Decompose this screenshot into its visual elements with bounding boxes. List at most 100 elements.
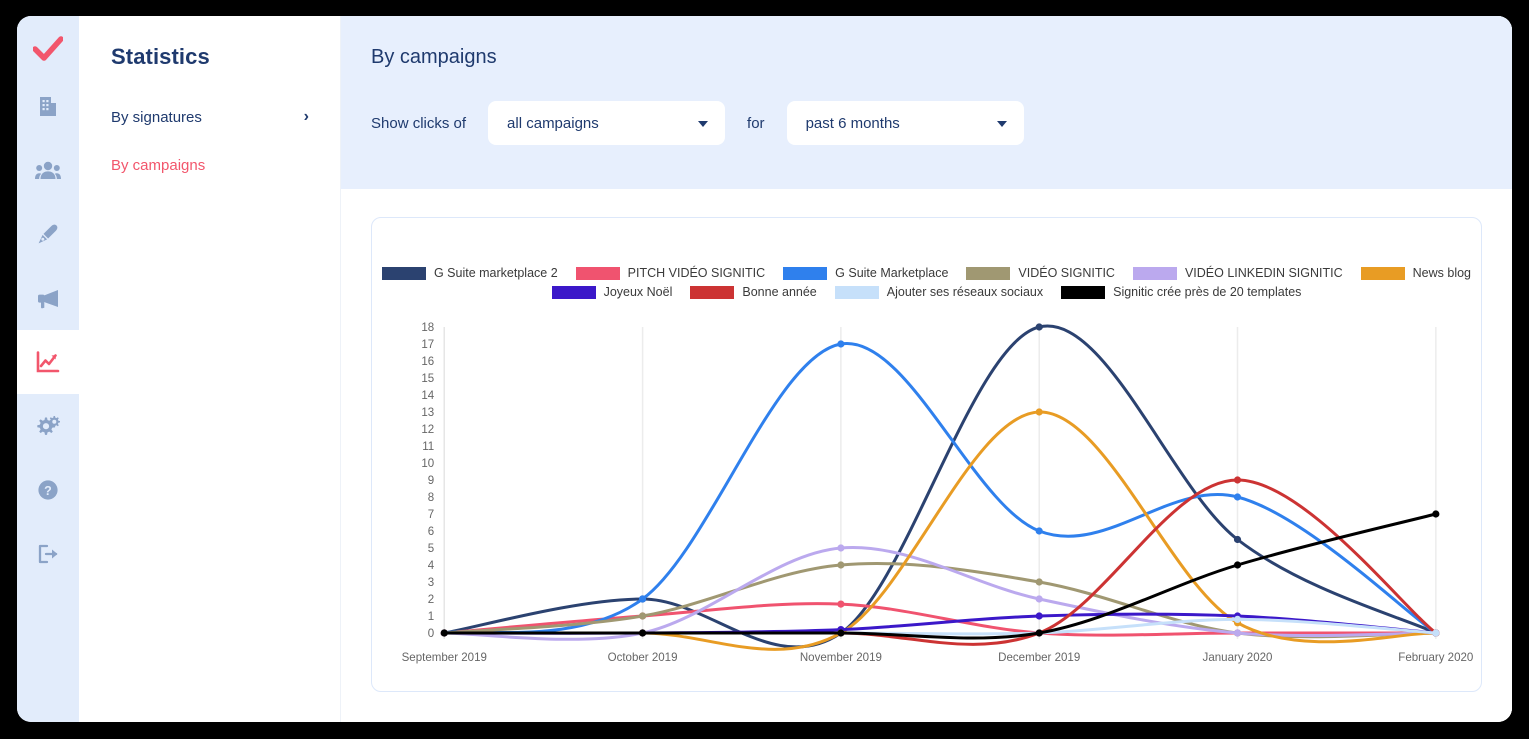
filter-controls: Show clicks of all campaigns for past 6 … [371,101,1512,145]
data-point[interactable] [639,629,646,636]
y-axis-tick: 13 [421,407,434,419]
y-axis-tick: 6 [428,526,434,538]
sidebar-title: Statistics [111,44,340,70]
data-point[interactable] [1234,561,1241,568]
data-point[interactable] [837,601,844,608]
series-line [444,326,1436,647]
data-point[interactable] [837,561,844,568]
data-point[interactable] [1036,578,1043,585]
data-point[interactable] [1234,629,1241,636]
legend-item[interactable]: VIDÉO SIGNITIC [966,266,1115,280]
data-point[interactable] [837,340,844,347]
y-axis-tick: 7 [428,509,434,521]
chart-series [441,408,1440,649]
chart-card: G Suite marketplace 2 PITCH VIDÉO SIGNITI… [371,217,1482,692]
campaign-select[interactable]: all campaigns [488,101,725,145]
data-point[interactable] [1234,536,1241,543]
legend-label: G Suite marketplace 2 [434,266,558,280]
legend-label: Joyeux Noël [604,285,673,299]
data-point[interactable] [1234,616,1241,623]
x-axis-tick: December 2019 [998,652,1080,664]
data-point[interactable] [1234,476,1241,483]
legend-item[interactable]: News blog [1361,266,1471,280]
sidebar-item-label: By campaigns [111,157,309,174]
chart-card-wrapper: G Suite marketplace 2 PITCH VIDÉO SIGNITI… [341,189,1512,722]
show-clicks-label: Show clicks of [371,115,466,132]
logout-icon[interactable] [17,522,79,586]
users-icon[interactable] [17,138,79,202]
legend-row: Joyeux Noël Bonne année Ajouter ses réseau… [543,285,1311,299]
data-point[interactable] [1036,612,1043,619]
x-axis-tick: January 2020 [1203,652,1273,664]
y-axis-tick: 17 [421,339,434,351]
period-select-value: past 6 months [806,115,900,132]
legend-swatch-icon [835,286,879,299]
series-line [444,343,1436,633]
data-point[interactable] [1036,527,1043,534]
chevron-right-icon: › [304,109,309,125]
legend-row: G Suite marketplace 2 PITCH VIDÉO SIGNITI… [373,266,1480,280]
statistics-sidebar: Statistics By signatures › By campaigns [79,16,341,722]
pen-icon[interactable] [17,202,79,266]
period-select[interactable]: past 6 months [787,101,1024,145]
legend-item[interactable]: Joyeux Noël [552,285,673,299]
legend-item[interactable]: G Suite marketplace 2 [382,266,558,280]
chart-series [441,544,1440,639]
chart-series [441,323,1440,647]
megaphone-icon[interactable] [17,266,79,330]
data-point[interactable] [1036,595,1043,602]
x-axis-tick: September 2019 [402,652,487,664]
legend-item[interactable]: Ajouter ses réseaux sociaux [835,285,1043,299]
data-point[interactable] [1036,408,1043,415]
legend-label: Bonne année [742,285,816,299]
legend-item[interactable]: G Suite Marketplace [783,266,948,280]
building-icon[interactable] [17,74,79,138]
y-axis-tick: 12 [421,424,434,436]
sidebar-item-label: By signatures [111,109,304,126]
legend-label: PITCH VIDÉO SIGNITIC [628,266,766,280]
legend-swatch-icon [576,267,620,280]
sidebar-spacer [111,134,340,148]
legend-item[interactable]: Signitic crée près de 20 templates [1061,285,1301,299]
y-axis-tick: 18 [421,322,434,334]
data-point[interactable] [837,629,844,636]
data-point[interactable] [639,612,646,619]
logo-check-icon[interactable] [17,16,79,74]
y-axis-tick: 3 [428,577,434,589]
data-point[interactable] [837,544,844,551]
page-title: By campaigns [371,46,1512,69]
legend-label: G Suite Marketplace [835,266,948,280]
page-header: By campaigns Show clicks of all campaign… [341,16,1512,189]
legend-item[interactable]: VIDÉO LINKEDIN SIGNITIC [1133,266,1343,280]
app-window: ? Statistics By signatures › By campaign… [17,16,1512,722]
y-axis-tick: 1 [428,611,434,623]
data-point[interactable] [1036,323,1043,330]
help-icon[interactable]: ? [17,458,79,522]
sidebar-item-by-campaigns[interactable]: By campaigns [111,148,309,182]
y-axis-tick: 4 [428,560,435,572]
data-point[interactable] [1234,493,1241,500]
y-axis-tick: 10 [421,458,434,470]
y-axis-tick: 8 [428,492,434,504]
sidebar-item-by-signatures[interactable]: By signatures › [111,100,309,134]
data-point[interactable] [1432,510,1439,517]
settings-gears-icon[interactable] [17,394,79,458]
chart-legend: G Suite marketplace 2 PITCH VIDÉO SIGNITI… [372,218,1481,299]
legend-item[interactable]: Bonne année [690,285,816,299]
data-point[interactable] [1036,629,1043,636]
y-axis-tick: 16 [421,356,434,368]
legend-label: VIDÉO LINKEDIN SIGNITIC [1185,266,1343,280]
y-axis-tick: 15 [421,373,434,385]
main-content: By campaigns Show clicks of all campaign… [341,16,1512,722]
statistics-icon[interactable] [17,330,79,394]
icon-rail: ? [17,16,79,722]
legend-swatch-icon [966,267,1010,280]
campaign-select-value: all campaigns [507,115,599,132]
series-line [444,412,1436,649]
data-point[interactable] [441,629,448,636]
legend-item[interactable]: PITCH VIDÉO SIGNITIC [576,266,766,280]
line-chart: 1817161514131211109876543210September 20… [372,313,1481,673]
legend-swatch-icon [552,286,596,299]
data-point[interactable] [639,595,646,602]
data-point[interactable] [1432,629,1439,636]
